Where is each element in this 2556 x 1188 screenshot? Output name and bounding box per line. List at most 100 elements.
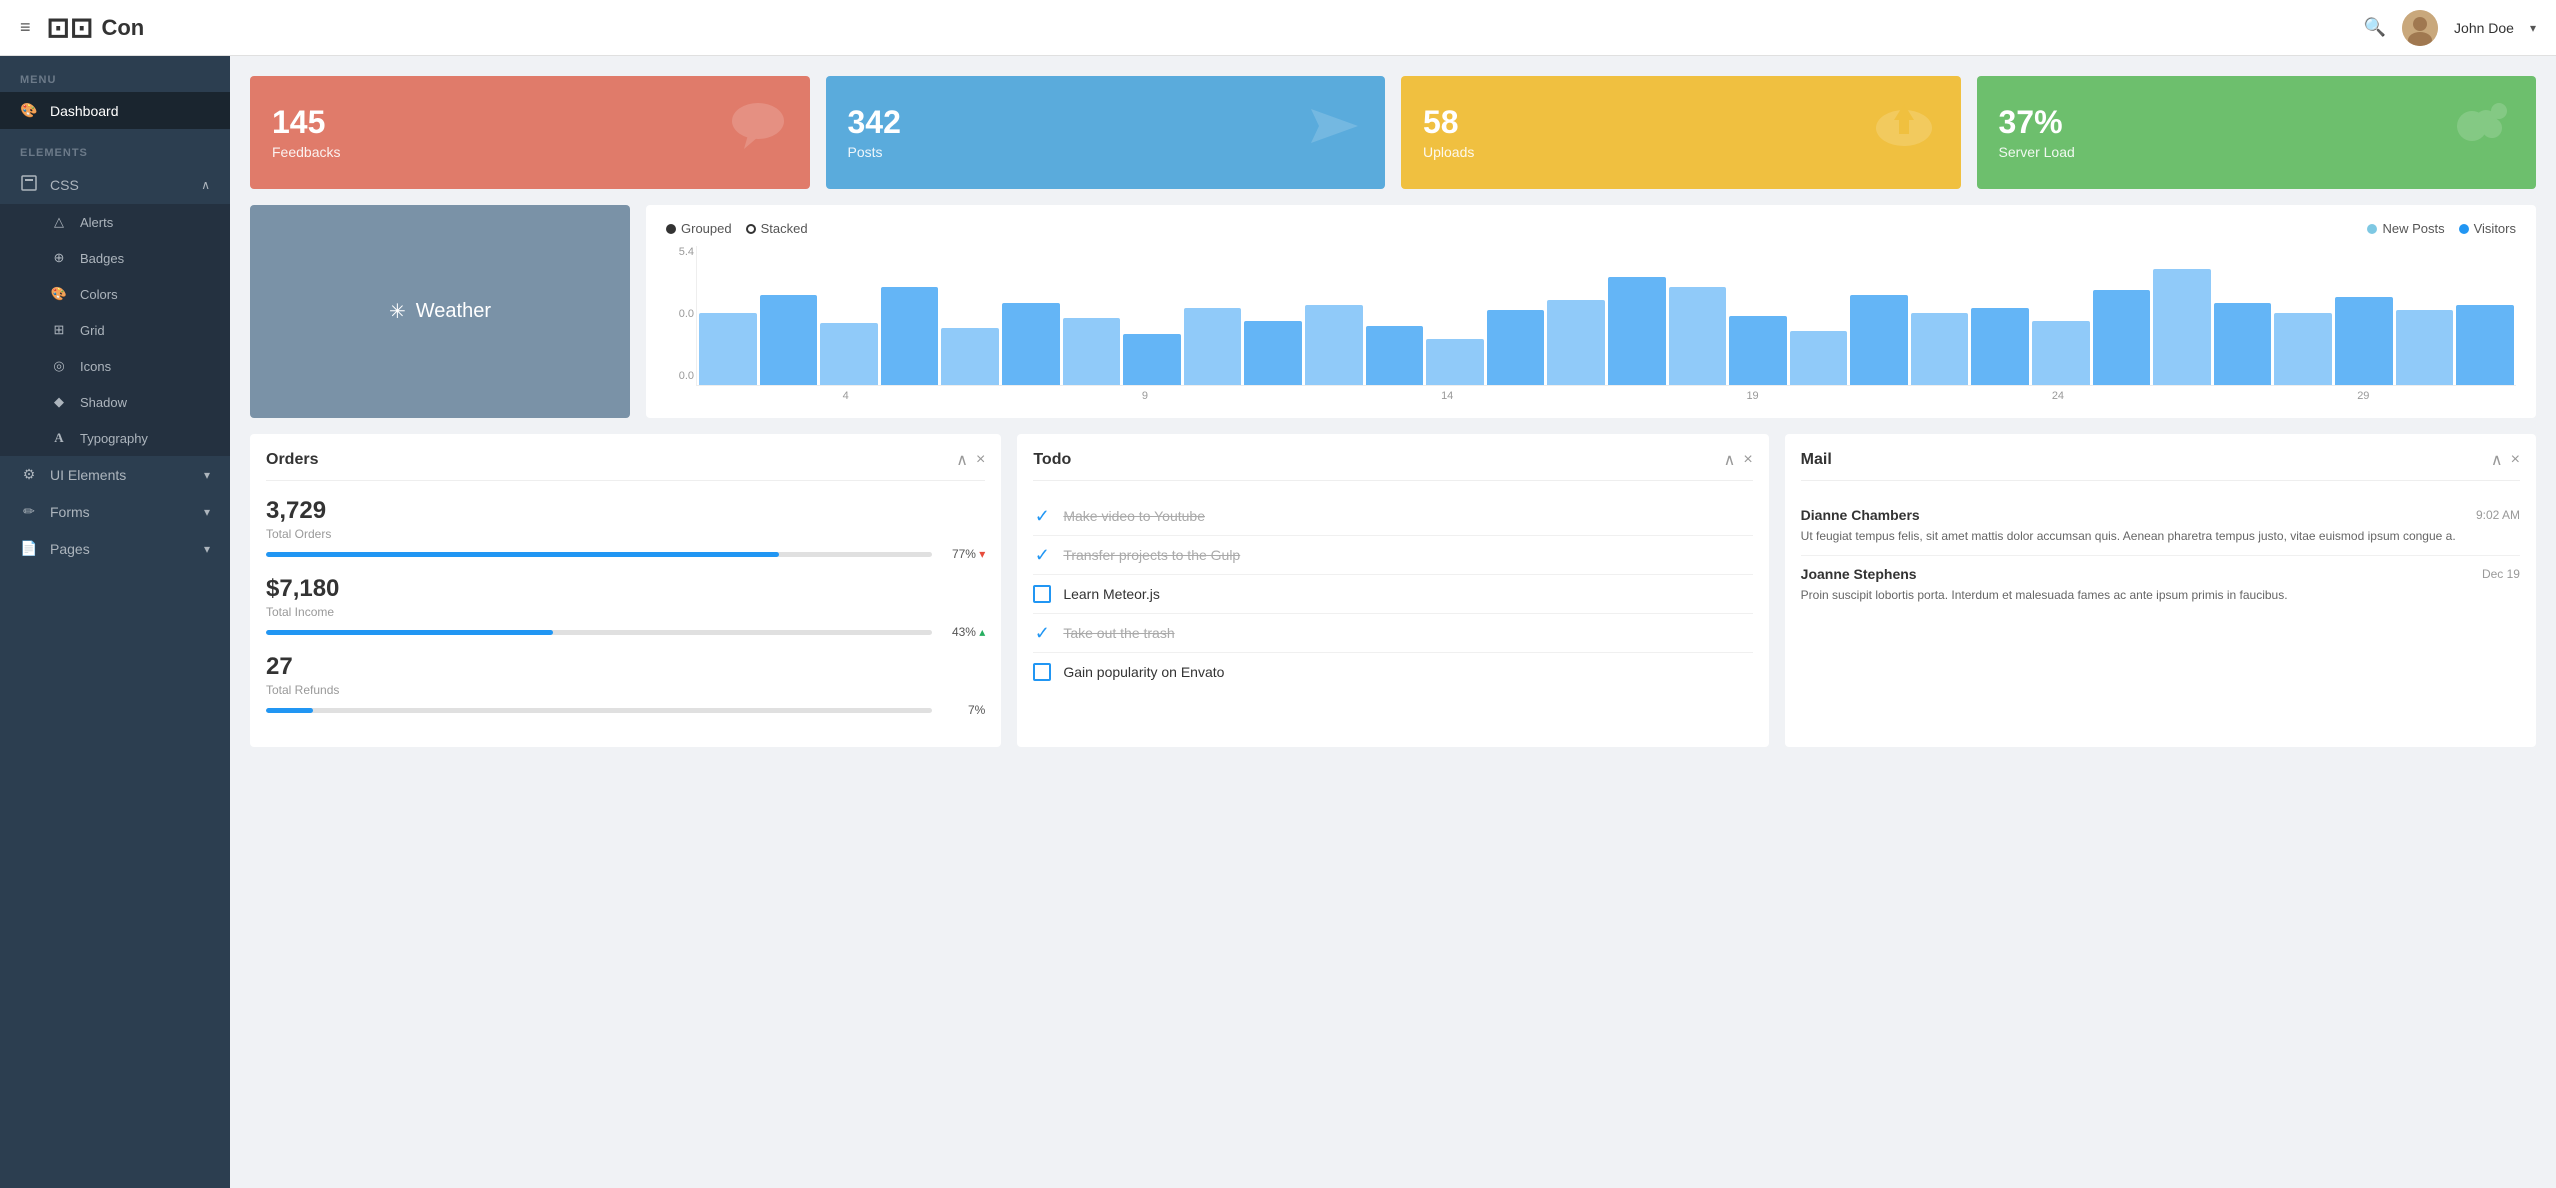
x-label: 24 (2052, 390, 2064, 402)
orders-controls: ∧ × (956, 450, 985, 470)
todo-text: Gain popularity on Envato (1063, 664, 1224, 680)
hamburger-icon[interactable]: ≡ (20, 17, 31, 38)
topnav-right: 🔍 John Doe ▾ (2364, 10, 2536, 46)
progress-bar-fill (266, 630, 553, 635)
weather-widget: ✳ Weather (250, 205, 630, 418)
middle-row: ✳ Weather Grouped Stacked (250, 205, 2536, 418)
todo-text: Make video to Youtube (1063, 508, 1205, 524)
chart-bar (1608, 277, 1666, 385)
sidebar-item-typography[interactable]: A Typography (0, 420, 230, 456)
logo-text: Con (101, 15, 144, 41)
forms-expand-icon: ▾ (204, 505, 210, 519)
badges-icon: ⊕ (50, 250, 68, 266)
chart-bar (1487, 310, 1545, 385)
stacked-legend[interactable]: Stacked (746, 221, 808, 236)
sidebar-item-icons[interactable]: ◎ Icons (0, 348, 230, 384)
sidebar-item-dashboard[interactable]: 🎨 Dashboard (0, 92, 230, 129)
stat-card-posts: 342 Posts (826, 76, 1386, 189)
sidebar-item-label: Grid (80, 323, 105, 338)
todo-checkbox[interactable] (1033, 585, 1051, 603)
chart-bar (881, 287, 939, 385)
x-label: 19 (1746, 390, 1758, 402)
x-label: 29 (2357, 390, 2369, 402)
chart-bar (2153, 269, 2211, 385)
metric-label: Total Income (266, 605, 985, 619)
chart-area: 5.4 0.0 0.0 4914192429 (666, 246, 2516, 402)
chart-bar (820, 323, 878, 385)
sidebar-item-forms[interactable]: ✏ Forms ▾ (0, 493, 230, 530)
todo-check-done[interactable]: ✓ (1033, 546, 1051, 564)
orders-panel-header: Orders ∧ × (266, 450, 985, 481)
todo-text: Transfer projects to the Gulp (1063, 547, 1240, 563)
todo-title: Todo (1033, 451, 1071, 469)
mail-item[interactable]: Dianne Chambers 9:02 AM Ut feugiat tempu… (1801, 497, 2520, 556)
orders-close-btn[interactable]: × (976, 451, 985, 469)
uploads-icon (1869, 96, 1939, 169)
sidebar-item-badges[interactable]: ⊕ Badges (0, 240, 230, 276)
stat-card-feedbacks: 145 Feedbacks (250, 76, 810, 189)
todo-text: Learn Meteor.js (1063, 586, 1160, 602)
chart-bar (1244, 321, 1302, 385)
pages-expand-icon: ▾ (204, 542, 210, 556)
sidebar-item-ui-elements[interactable]: ⚙ UI Elements ▾ (0, 456, 230, 493)
sidebar-item-label: Pages (50, 541, 90, 557)
logo: ⊡⊡ Con (47, 11, 145, 44)
orders-metrics: 3,729 Total Orders 77% ▾ $7,180 Total In… (266, 497, 985, 717)
todo-item: ✓ Make video to Youtube (1033, 497, 1752, 536)
mail-collapse-btn[interactable]: ∧ (2491, 450, 2503, 470)
visitors-dot (2459, 224, 2469, 234)
orders-collapse-btn[interactable]: ∧ (956, 450, 968, 470)
sidebar-item-colors[interactable]: 🎨 Colors (0, 276, 230, 312)
stat-cards: 145 Feedbacks 342 Posts (250, 76, 2536, 189)
sidebar-item-label: Dashboard (50, 103, 119, 119)
forms-icon: ✏ (20, 503, 38, 520)
todo-close-btn[interactable]: × (1743, 451, 1752, 469)
stat-value: 342 (848, 105, 901, 140)
todo-collapse-btn[interactable]: ∧ (1724, 450, 1736, 470)
y-max-label: 5.4 (666, 246, 694, 258)
todo-check-done[interactable]: ✓ (1033, 507, 1051, 525)
sidebar-item-label: Alerts (80, 215, 113, 230)
chart-bar (941, 328, 999, 385)
chart-bar (760, 295, 818, 385)
sidebar-item-shadow[interactable]: ◆ Shadow (0, 384, 230, 420)
weather-label: Weather (416, 300, 491, 323)
mail-body: Proin suscipit lobortis porta. Interdum … (1801, 586, 2520, 604)
sidebar-item-css[interactable]: CSS ∧ (0, 165, 230, 204)
css-submenu: △ Alerts ⊕ Badges 🎨 Colors ⊞ Grid ◎ Icon… (0, 204, 230, 456)
logo-icon: ⊡⊡ (47, 11, 94, 44)
stacked-dot (746, 224, 756, 234)
grouped-legend[interactable]: Grouped (666, 221, 732, 236)
chart-bar (2335, 297, 2393, 385)
stat-label: Server Load (1999, 144, 2075, 160)
mail-close-btn[interactable]: × (2511, 451, 2520, 469)
metric-value: $7,180 (266, 575, 985, 603)
chart-bar (1911, 313, 1969, 385)
mail-item[interactable]: Joanne Stephens Dec 19 Proin suscipit lo… (1801, 556, 2520, 614)
visitors-label: Visitors (2474, 221, 2516, 236)
new-posts-dot (2367, 224, 2377, 234)
progress-row: 77% ▾ (266, 547, 985, 561)
ui-elements-icon: ⚙ (20, 466, 38, 483)
user-dropdown-icon[interactable]: ▾ (2530, 21, 2536, 35)
todo-item: ✓ Transfer projects to the Gulp (1033, 536, 1752, 575)
grid-icon: ⊞ (50, 322, 68, 338)
x-label: 4 (843, 390, 849, 402)
new-posts-label: New Posts (2382, 221, 2444, 236)
todo-check-done[interactable]: ✓ (1033, 624, 1051, 642)
stat-card-left: 342 Posts (848, 105, 901, 160)
avatar (2402, 10, 2438, 46)
chart-bar (1002, 303, 1060, 385)
mail-time: 9:02 AM (2476, 508, 2520, 522)
chart-left-legend: Grouped Stacked (666, 221, 808, 236)
sidebar-item-pages[interactable]: 📄 Pages ▾ (0, 530, 230, 567)
mail-panel-header: Mail ∧ × (1801, 450, 2520, 481)
sidebar-item-label: Forms (50, 504, 90, 520)
todo-checkbox[interactable] (1033, 663, 1051, 681)
mail-sender: Dianne Chambers (1801, 507, 1920, 523)
progress-pct: 77% ▾ (940, 547, 985, 561)
sidebar-item-grid[interactable]: ⊞ Grid (0, 312, 230, 348)
stat-card-left: 37% Server Load (1999, 105, 2075, 160)
search-icon[interactable]: 🔍 (2364, 17, 2386, 38)
sidebar-item-alerts[interactable]: △ Alerts (0, 204, 230, 240)
